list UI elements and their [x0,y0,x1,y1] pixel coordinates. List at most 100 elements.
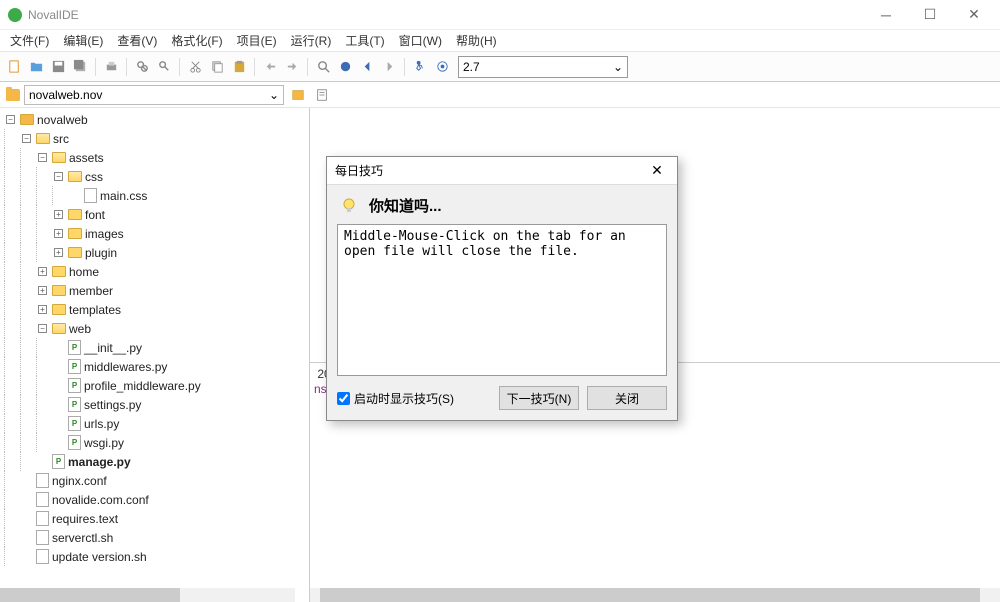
tree-label: serverctl.sh [52,531,113,545]
find-files-icon[interactable] [154,57,174,77]
menubar: 文件(F)编辑(E)查看(V)格式化(F)项目(E)运行(R)工具(T)窗口(W… [0,30,1000,52]
menu-item[interactable]: 文件(F) [4,30,55,51]
tree-row[interactable]: update version.sh [0,547,309,566]
tree-row[interactable]: + font [0,205,309,224]
file-icon [36,549,49,564]
tree-row[interactable]: main.css [0,186,309,205]
file-icon [36,492,49,507]
tree-row[interactable]: Pmanage.py [0,452,309,471]
open-icon[interactable] [26,57,46,77]
forward-icon[interactable] [379,57,399,77]
save-icon[interactable] [48,57,68,77]
expand-icon[interactable]: + [54,210,63,219]
tree-label: plugin [85,246,117,260]
collapse-icon[interactable]: − [38,153,47,162]
print-icon[interactable] [101,57,121,77]
tree-row[interactable]: serverctl.sh [0,528,309,547]
file-icon: P [68,359,81,374]
copy-icon[interactable] [207,57,227,77]
tree-label: home [69,265,99,279]
expand-icon[interactable]: + [38,286,47,295]
tree-scrollbar-h[interactable] [0,588,295,602]
tree-row[interactable]: + home [0,262,309,281]
cut-icon[interactable] [185,57,205,77]
tree-row[interactable]: nginx.conf [0,471,309,490]
tree-label: member [69,284,113,298]
tree-label: requires.text [52,512,118,526]
next-tip-button[interactable]: 下一技巧(N) [499,386,579,410]
expand-icon[interactable]: + [54,229,63,238]
tree-row[interactable]: Pwsgi.py [0,433,309,452]
tree-label: font [85,208,105,222]
show-on-startup-checkbox[interactable]: 启动时显示技巧(S) [337,390,491,407]
collapse-icon[interactable]: − [54,172,63,181]
redo-icon[interactable] [282,57,302,77]
minimize-button[interactable]: ─ [864,1,908,29]
tree-label: assets [69,151,104,165]
expand-icon[interactable]: + [54,248,63,257]
find-icon[interactable] [132,57,152,77]
close-tip-button[interactable]: 关闭 [587,386,667,410]
tree-label: novalide.com.conf [52,493,149,507]
run-icon[interactable] [410,57,430,77]
stop-icon[interactable] [335,57,355,77]
tree-row[interactable]: Purls.py [0,414,309,433]
tree-row[interactable]: −css [0,167,309,186]
tree-row[interactable]: novalide.com.conf [0,490,309,509]
filebar-button-2[interactable] [312,85,332,105]
menu-item[interactable]: 工具(T) [339,30,390,51]
chevron-down-icon: ⌄ [269,88,279,102]
zoom-icon[interactable] [313,57,333,77]
tree-row[interactable]: + plugin [0,243,309,262]
tree-row[interactable]: −novalweb [0,110,309,129]
python-version-select[interactable]: 2.7 ⌄ [458,56,628,78]
collapse-icon[interactable]: − [38,324,47,333]
tree-row[interactable]: − assets [0,148,309,167]
expand-icon[interactable]: + [38,267,47,276]
filebar-button-1[interactable] [288,85,308,105]
menu-item[interactable]: 格式化(F) [165,30,228,51]
tree-row[interactable]: requires.text [0,509,309,528]
file-icon: P [52,454,65,469]
menu-item[interactable]: 帮助(H) [450,30,503,51]
collapse-icon[interactable]: − [6,115,15,124]
tree-label: settings.py [84,398,141,412]
menu-item[interactable]: 编辑(E) [57,30,109,51]
tree-row[interactable]: + member [0,281,309,300]
dialog-titlebar[interactable]: 每日技巧 ✕ [327,157,677,185]
tree-row[interactable]: − src [0,129,309,148]
menu-item[interactable]: 窗口(W) [393,30,448,51]
menu-item[interactable]: 运行(R) [285,30,338,51]
dialog-close-button[interactable]: ✕ [645,161,669,181]
menu-item[interactable]: 查看(V) [111,30,163,51]
collapse-icon[interactable]: − [22,134,31,143]
expand-icon[interactable]: + [38,305,47,314]
tree-row[interactable]: Psettings.py [0,395,309,414]
tip-dialog: 每日技巧 ✕ 你知道吗... Middle-Mouse-Click on the… [326,156,678,421]
tree-row[interactable]: P__init__.py [0,338,309,357]
paste-icon[interactable] [229,57,249,77]
tree-row[interactable]: +templates [0,300,309,319]
menu-item[interactable]: 项目(E) [231,30,283,51]
close-button[interactable]: ✕ [952,1,996,29]
editor-scrollbar-h[interactable] [310,588,1000,602]
dialog-heading: 你知道吗... [369,195,442,216]
tree-label: urls.py [84,417,119,431]
undo-icon[interactable] [260,57,280,77]
save-all-icon[interactable] [70,57,90,77]
tree-row[interactable]: − web [0,319,309,338]
tree-row[interactable]: Pprofile_middleware.py [0,376,309,395]
toolbar: 2.7 ⌄ [0,52,1000,82]
current-file-select[interactable]: novalweb.nov ⌄ [24,85,284,105]
file-icon: P [68,378,81,393]
tree-row[interactable]: Pmiddlewares.py [0,357,309,376]
tree-label: web [69,322,91,336]
checkbox-input[interactable] [337,392,350,405]
maximize-button[interactable]: ☐ [908,1,952,29]
new-file-icon[interactable] [4,57,24,77]
tree-row[interactable]: +images [0,224,309,243]
tree-label: src [53,132,69,146]
back-icon[interactable] [357,57,377,77]
project-tree[interactable]: −novalweb−src−assets−cssmain.css+font+im… [0,108,309,602]
debug-icon[interactable] [432,57,452,77]
